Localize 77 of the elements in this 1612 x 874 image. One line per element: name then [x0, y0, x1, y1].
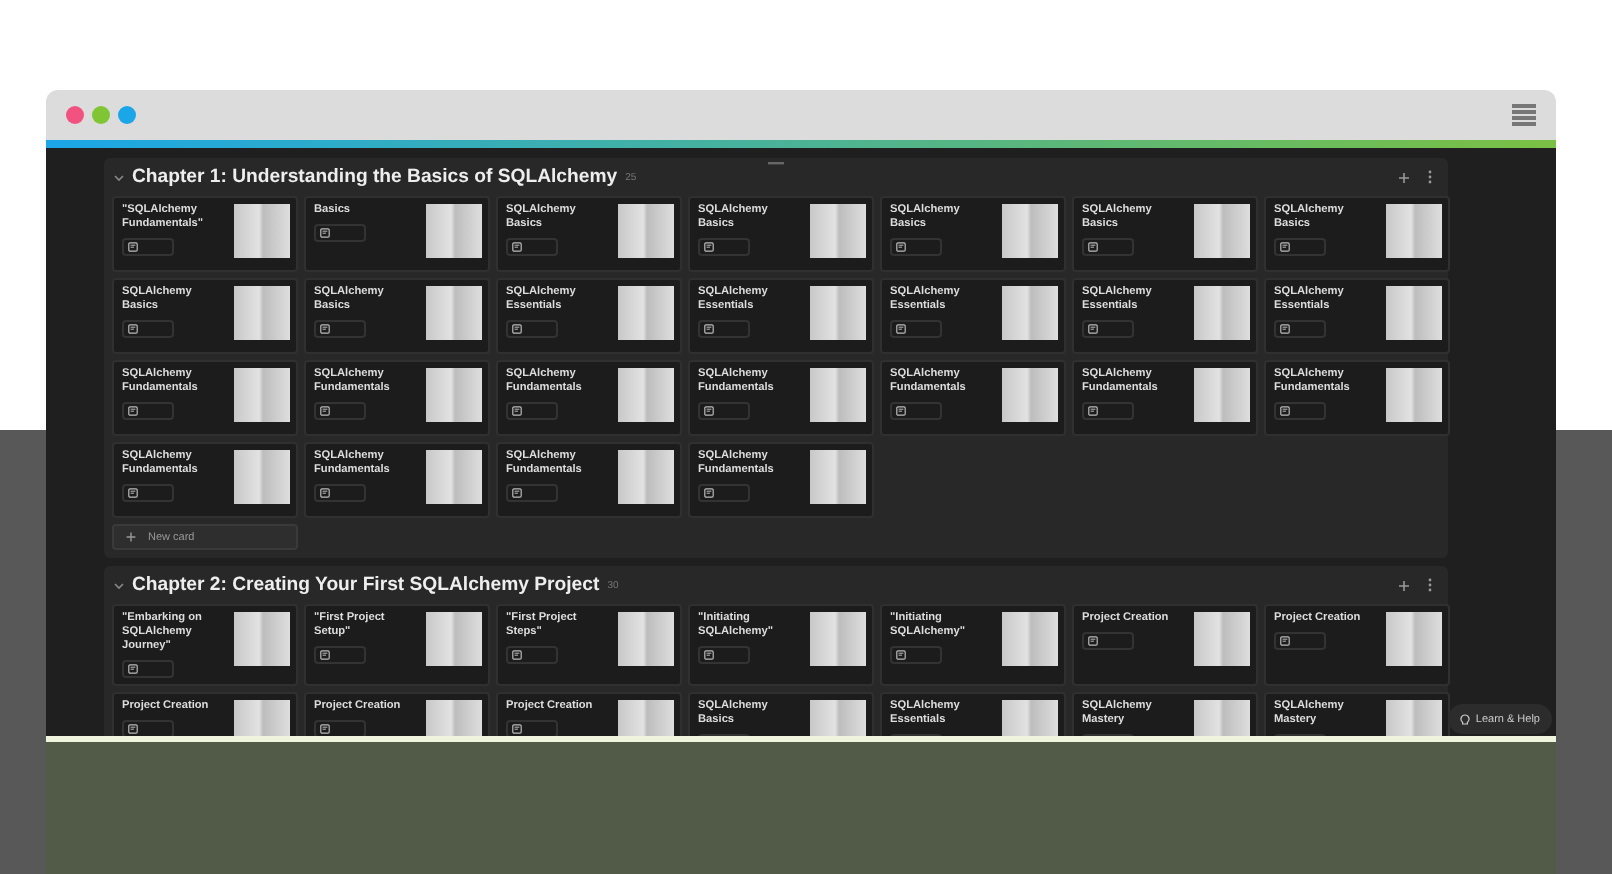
add-icon — [126, 532, 136, 542]
page-icon — [1088, 242, 1098, 252]
page-icon — [320, 324, 330, 334]
page-icon — [1088, 324, 1098, 334]
page-icon — [320, 228, 330, 238]
page-icon — [512, 242, 522, 252]
group-title: Chapter 2: Creating Your First SQLAlchemy Project — [132, 574, 600, 596]
photo-placeholder — [1194, 286, 1250, 340]
page-icon — [1088, 636, 1098, 646]
page-icon — [704, 324, 714, 334]
photo-placeholder — [810, 286, 866, 340]
drag-handle-icon[interactable] — [768, 162, 784, 166]
page-icon — [128, 406, 138, 416]
photo-placeholder — [234, 286, 290, 340]
page-icon — [704, 406, 714, 416]
page-icon — [512, 324, 522, 334]
page-icon — [128, 242, 138, 252]
page-icon — [704, 650, 714, 660]
menu-icon[interactable] — [1512, 104, 1536, 126]
photo-placeholder — [426, 450, 482, 504]
photo-placeholder — [1194, 204, 1250, 258]
photo-placeholder — [426, 368, 482, 422]
page-icon — [896, 242, 906, 252]
photo-placeholder — [1194, 612, 1250, 666]
photo-placeholder — [1194, 368, 1250, 422]
page-icon — [1280, 242, 1290, 252]
page-icon — [1088, 406, 1098, 416]
page-icon — [1280, 636, 1290, 646]
page-icon — [1280, 324, 1290, 334]
page-icon — [1280, 406, 1290, 416]
page-icon — [896, 324, 906, 334]
photo-placeholder — [234, 450, 290, 504]
photo-placeholder — [810, 204, 866, 258]
photo-placeholder — [1002, 286, 1058, 340]
page-icon — [128, 724, 138, 734]
photo-placeholder — [810, 612, 866, 666]
photo-placeholder — [426, 204, 482, 258]
photo-placeholder — [234, 612, 290, 666]
photo-placeholder — [618, 450, 674, 504]
page-icon — [512, 488, 522, 498]
photo-placeholder — [618, 612, 674, 666]
add-icon[interactable] — [1398, 171, 1410, 183]
photo-placeholder — [1002, 368, 1058, 422]
photo-placeholder — [426, 612, 482, 666]
page-icon — [512, 650, 522, 660]
page-icon — [320, 488, 330, 498]
page-icon — [512, 406, 522, 416]
photo-placeholder — [1386, 286, 1442, 340]
page-icon — [704, 488, 714, 498]
chevron-icon[interactable] — [114, 581, 124, 589]
page-icon — [128, 488, 138, 498]
page-icon — [896, 406, 906, 416]
photo-placeholder — [1002, 612, 1058, 666]
page-icon — [512, 724, 522, 734]
photo-placeholder — [810, 450, 866, 504]
page-icon — [128, 324, 138, 334]
lightbulb-icon — [1459, 713, 1470, 725]
photo-placeholder — [810, 368, 866, 422]
chevron-icon[interactable] — [114, 173, 124, 181]
photo-placeholder — [618, 204, 674, 258]
page-icon — [320, 650, 330, 660]
photo-placeholder — [1386, 204, 1442, 258]
photo-placeholder — [234, 204, 290, 258]
photo-placeholder — [1386, 368, 1442, 422]
photo-placeholder — [1386, 612, 1442, 666]
add-icon[interactable] — [1398, 579, 1410, 591]
page-icon — [320, 724, 330, 734]
photo-placeholder — [426, 286, 482, 340]
page-icon — [896, 650, 906, 660]
page-icon — [704, 242, 714, 252]
group-title: Chapter 1: Understanding the Basics of SQLAlchemy — [132, 166, 618, 188]
photo-placeholder — [618, 368, 674, 422]
photo-placeholder — [234, 368, 290, 422]
page-icon — [320, 406, 330, 416]
photo-placeholder — [618, 286, 674, 340]
photo-placeholder — [1002, 204, 1058, 258]
page-icon — [128, 664, 138, 674]
